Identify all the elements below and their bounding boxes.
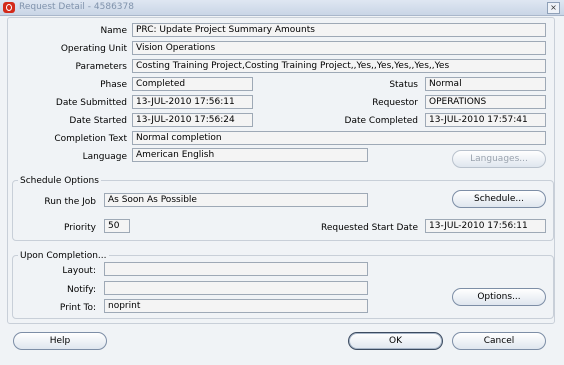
parameters-field[interactable]: Costing Training Project,Costing Trainin… [132, 59, 546, 73]
title-bar: Request Detail - 4586378 × [0, 0, 564, 16]
operating-unit-field[interactable]: Vision Operations [132, 41, 546, 55]
requestor-field[interactable]: OPERATIONS [425, 95, 546, 109]
date-started-label: Date Started [69, 116, 127, 126]
requested-start-date-label: Requested Start Date [320, 223, 418, 233]
requested-start-date-field[interactable]: 13-JUL-2010 17:56:11 [425, 219, 546, 233]
layout-label: Layout: [62, 266, 96, 276]
name-field[interactable]: PRC: Update Project Summary Amounts [132, 23, 546, 37]
run-the-job-field[interactable]: As Soon As Possible [104, 193, 368, 207]
schedule-button[interactable]: Schedule... [452, 190, 546, 208]
date-completed-label: Date Completed [344, 116, 418, 126]
request-detail-window: Request Detail - 4586378 × Name PRC: Upd… [0, 0, 564, 365]
cancel-button[interactable]: Cancel [452, 332, 546, 350]
parameters-label: Parameters [75, 62, 127, 72]
priority-label: Priority [63, 223, 96, 233]
print-to-label: Print To: [59, 303, 96, 313]
completion-text-field[interactable]: Normal completion [132, 131, 546, 145]
close-button[interactable]: × [547, 2, 560, 14]
priority-field[interactable]: 50 [104, 219, 130, 233]
language-field[interactable]: American English [132, 148, 368, 162]
phase-field[interactable]: Completed [132, 77, 253, 91]
phase-label: Phase [100, 80, 127, 90]
window-title: Request Detail - 4586378 [19, 2, 134, 12]
options-button[interactable]: Options... [452, 288, 546, 306]
notify-field[interactable] [104, 281, 368, 295]
upon-completion-title: Upon Completion... [18, 251, 109, 261]
date-submitted-label: Date Submitted [55, 98, 127, 108]
languages-button[interactable]: Languages... [452, 150, 546, 168]
name-label: Name [100, 26, 127, 36]
operating-unit-label: Operating Unit [60, 44, 127, 54]
status-label: Status [389, 80, 418, 90]
run-the-job-label: Run the Job [44, 197, 96, 207]
schedule-options-title: Schedule Options [18, 176, 101, 186]
date-started-field[interactable]: 13-JUL-2010 17:56:24 [132, 113, 253, 127]
help-button[interactable]: Help [13, 332, 107, 350]
layout-field[interactable] [104, 262, 368, 276]
date-submitted-field[interactable]: 13-JUL-2010 17:56:11 [132, 95, 253, 109]
language-label: Language [82, 152, 127, 162]
requestor-label: Requestor [372, 98, 418, 108]
oracle-app-icon [3, 2, 15, 13]
print-to-field[interactable]: noprint [104, 299, 368, 313]
completion-text-label: Completion Text [54, 134, 127, 144]
ok-button[interactable]: OK [348, 332, 443, 350]
notify-label: Notify: [67, 285, 96, 295]
date-completed-field[interactable]: 13-JUL-2010 17:57:41 [425, 113, 546, 127]
status-field[interactable]: Normal [425, 77, 546, 91]
